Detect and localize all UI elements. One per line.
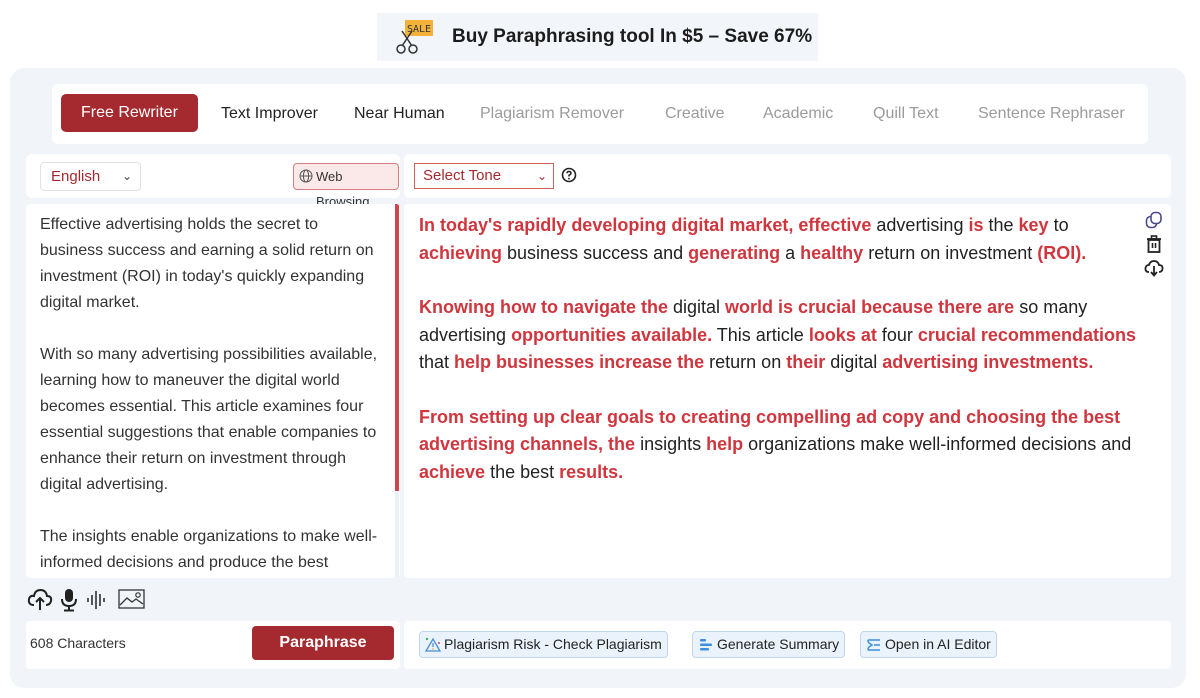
audio-wave-icon[interactable] <box>86 588 108 612</box>
changed-text-segment: their <box>786 352 826 372</box>
input-paragraph: With so many advertising possibilities a… <box>40 346 378 493</box>
tab-free-rewriter[interactable]: Free Rewriter <box>61 94 198 132</box>
web-browsing-label: Web Browsing <box>316 169 370 209</box>
promo-banner[interactable]: SALE Buy Paraphrasing tool In $5 – Save … <box>377 13 818 61</box>
tab-sentence-rephraser[interactable]: Sentence Rephraser <box>978 84 1125 144</box>
output-actions: Plagiarism Risk - Check Plagiarism Gener… <box>404 621 1171 669</box>
input-tools <box>26 584 400 618</box>
help-icon[interactable] <box>561 167 577 183</box>
open-ai-editor-label: Open in AI Editor <box>885 636 991 652</box>
language-value: English <box>51 168 101 185</box>
output-text[interactable]: In today's rapidly developing digital ma… <box>419 212 1149 513</box>
unchanged-text-segment: digital <box>825 352 883 372</box>
summary-lines-icon <box>700 639 712 651</box>
tab-text-improver[interactable]: Text Improver <box>221 84 318 144</box>
changed-text-segment: advertising investments. <box>882 352 1094 372</box>
unchanged-text-segment: that <box>419 352 455 372</box>
changed-text-segment: healthy <box>800 242 864 263</box>
ai-editor-icon <box>867 639 880 651</box>
unchanged-text-segment: organizations make well-informed decisio… <box>743 434 1132 454</box>
tab-academic[interactable]: Academic <box>763 84 833 144</box>
image-icon[interactable] <box>118 588 146 610</box>
unchanged-text-segment: business success and <box>502 242 689 263</box>
generate-summary-button[interactable]: Generate Summary <box>692 631 846 658</box>
input-footer: 608 Characters Paraphrase <box>26 621 400 669</box>
output-paragraph: Knowing how to navigate the digital worl… <box>419 294 1149 377</box>
output-paragraph: In today's rapidly developing digital ma… <box>419 212 1149 267</box>
changed-text-segment: Knowing how to navigate the <box>419 297 668 317</box>
tone-select-value: Select Tone <box>423 167 502 184</box>
changed-text-segment: (ROI). <box>1037 242 1087 263</box>
check-plagiarism-button[interactable]: Plagiarism Risk - Check Plagiarism <box>419 631 668 658</box>
unchanged-text-segment: a <box>780 242 801 263</box>
trash-icon[interactable] <box>1144 234 1164 254</box>
mode-tabs: Free Rewriter Text Improver Near Human P… <box>52 84 1148 144</box>
unchanged-text-segment: This article <box>712 324 809 345</box>
output-side-icons <box>1144 210 1168 282</box>
upload-cloud-icon[interactable] <box>27 588 53 612</box>
changed-text-segment: key <box>1018 215 1049 235</box>
tab-near-human[interactable]: Near Human <box>354 84 445 144</box>
changed-text-segment: generating <box>688 242 781 263</box>
changed-text-segment: is <box>968 215 984 235</box>
input-text-area[interactable]: Effective advertising holds the secret t… <box>26 204 400 578</box>
generate-summary-label: Generate Summary <box>717 636 840 652</box>
unchanged-text-segment: the <box>983 215 1019 235</box>
changed-text-segment: world is crucial because there are <box>725 297 1015 317</box>
chevron-down-icon: ⌄ <box>121 169 132 183</box>
unchanged-text-segment: return on investment <box>863 242 1038 263</box>
unchanged-text-segment: insights <box>635 434 707 454</box>
chevron-down-icon: ⌄ <box>536 169 547 183</box>
open-ai-editor-button[interactable]: Open in AI Editor <box>860 631 997 658</box>
input-paragraph: The insights enable organizations to mak… <box>40 528 378 571</box>
tab-creative[interactable]: Creative <box>665 84 725 144</box>
promo-text[interactable]: Buy Paraphrasing tool In $5 – Save 67% <box>452 26 812 48</box>
changed-text-segment: help <box>706 434 744 454</box>
plagiarism-warning-icon <box>425 637 441 652</box>
check-plagiarism-label: Plagiarism Risk - Check Plagiarism <box>444 636 662 652</box>
output-toolbar: Select Tone ⌄ <box>404 154 1171 198</box>
output-text-area[interactable]: In today's rapidly developing digital ma… <box>404 204 1171 578</box>
scrollbar-thumb[interactable] <box>395 204 399 491</box>
microphone-icon[interactable] <box>60 588 78 612</box>
copy-icon[interactable] <box>1144 210 1164 230</box>
changed-text-segment: In today's rapidly developing digital ma… <box>419 215 872 235</box>
tab-quill-text[interactable]: Quill Text <box>873 84 939 144</box>
input-text[interactable]: Effective advertising holds the secret t… <box>40 212 385 578</box>
changed-text-segment: looks at <box>808 324 877 345</box>
changed-text-segment: opportunities available. <box>511 324 713 345</box>
web-browsing-button[interactable]: Web Browsing <box>293 163 399 209</box>
paraphraser-app: Free Rewriter Text Improver Near Human P… <box>10 68 1186 688</box>
sale-tag-icon: SALE <box>396 20 433 54</box>
changed-text-segment: help businesses increase the <box>454 352 705 372</box>
download-cloud-icon[interactable] <box>1144 258 1164 278</box>
output-paragraph: From setting up clear goals to creating … <box>419 404 1149 487</box>
unchanged-text-segment: to <box>1048 215 1069 235</box>
paraphrase-button[interactable]: Paraphrase <box>252 626 394 660</box>
changed-text-segment: achieving <box>419 242 503 263</box>
changed-text-segment: achieve <box>419 461 486 482</box>
unchanged-text-segment: advertising <box>871 215 969 235</box>
changed-text-segment: crucial recommendations <box>917 324 1136 345</box>
unchanged-text-segment: digital <box>668 297 726 317</box>
globe-icon <box>299 169 313 183</box>
input-toolbar: English ⌄ Web Browsing <box>26 154 400 209</box>
unchanged-text-segment: the best <box>485 461 560 482</box>
input-paragraph: Effective advertising holds the secret t… <box>40 216 374 311</box>
unchanged-text-segment: four <box>876 324 918 345</box>
tone-select[interactable]: Select Tone ⌄ <box>414 163 554 189</box>
unchanged-text-segment: return on <box>704 352 787 372</box>
changed-text-segment: results. <box>559 461 624 482</box>
character-count: 608 Characters <box>30 635 126 651</box>
tab-plagiarism-remover[interactable]: Plagiarism Remover <box>480 84 624 144</box>
language-select[interactable]: English ⌄ <box>40 162 141 191</box>
